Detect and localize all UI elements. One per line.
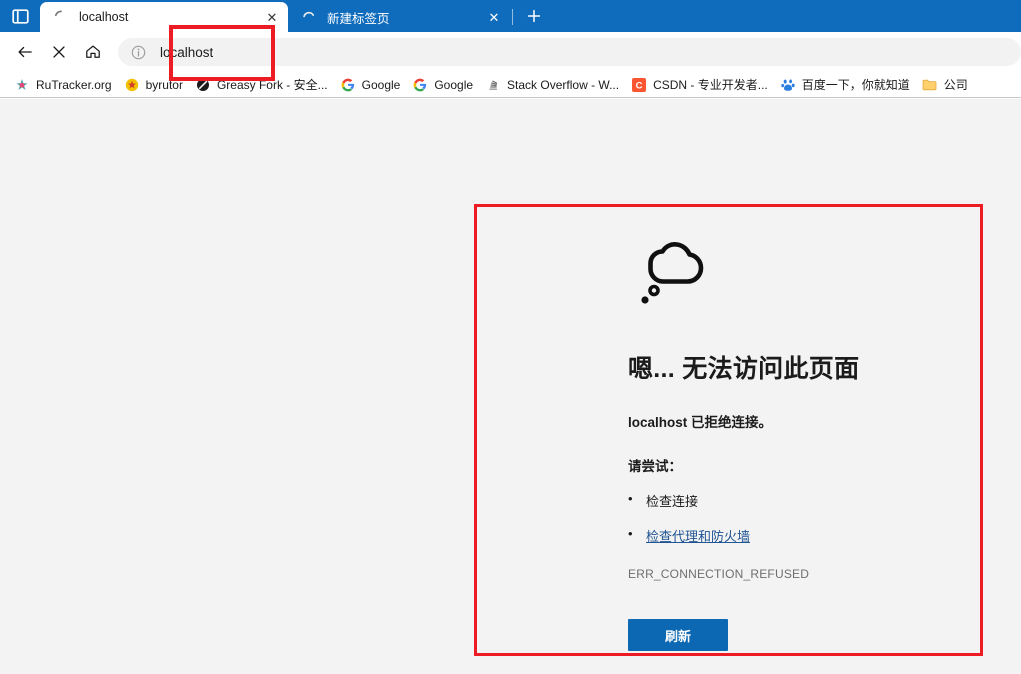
byrutor-icon <box>124 77 140 93</box>
error-page: 嗯... 无法访问此页面 localhost 已拒绝连接。 请尝试： • 检查连… <box>628 229 988 652</box>
bookmark-baidu[interactable]: 百度一下，你就知道 <box>774 74 916 96</box>
check-proxy-firewall-link[interactable]: 检查代理和防火墙 <box>646 526 750 545</box>
csdn-icon: C <box>631 77 647 93</box>
address-bar[interactable]: localhost <box>118 38 1021 66</box>
bookmark-label: Google <box>434 77 474 92</box>
loading-spinner-icon <box>300 8 318 26</box>
google-icon <box>340 77 356 93</box>
bookmark-label: Stack Overflow - W... <box>507 77 620 92</box>
bookmark-folder-company[interactable]: 公司 <box>916 74 974 96</box>
back-arrow-icon[interactable] <box>8 37 42 67</box>
google-icon <box>412 77 428 93</box>
bookmark-label: Greasy Fork - 安全... <box>216 78 328 92</box>
bullet-icon: • <box>628 526 633 542</box>
bookmark-label: byrutor <box>145 77 183 92</box>
tab-title: 新建标签页 <box>327 11 390 26</box>
loading-spinner-icon <box>52 8 70 26</box>
bookmark-google-1[interactable]: Google <box>334 74 407 96</box>
bookmark-greasyfork[interactable]: Greasy Fork - 安全... <box>189 74 334 96</box>
close-icon[interactable]: ✕ <box>484 7 504 27</box>
folder-icon <box>922 77 938 93</box>
bookmark-label: 公司 <box>943 78 968 92</box>
close-icon[interactable]: ✕ <box>262 7 282 27</box>
greasyfork-icon <box>195 77 211 93</box>
bookmark-label: CSDN - 专业开发者... <box>653 78 768 92</box>
bookmark-csdn[interactable]: C CSDN - 专业开发者... <box>625 74 774 96</box>
info-circle-icon[interactable] <box>128 42 148 62</box>
svg-text:C: C <box>636 80 643 91</box>
tab-divider <box>512 9 513 25</box>
bookmark-byrutor[interactable]: byrutor <box>118 74 189 96</box>
bookmark-label: 百度一下，你就知道 <box>801 78 910 92</box>
bookmark-stackoverflow[interactable]: Stack Overflow - W... <box>479 74 625 96</box>
navigation-toolbar: localhost <box>0 32 1021 72</box>
bookmark-rutracker[interactable]: RuTracker.org <box>8 74 118 96</box>
bookmark-google-2[interactable]: Google <box>406 74 479 96</box>
browser-window: localhost ✕ 新建标签页 ✕ localhost RuTracker.… <box>0 0 1021 674</box>
thought-bubble-icon <box>628 229 988 318</box>
rutracker-icon <box>14 77 30 93</box>
baidu-icon <box>780 77 796 93</box>
error-heading: 嗯... 无法访问此页面 <box>628 355 860 383</box>
tab-title: localhost <box>79 10 129 24</box>
bookmark-label: Google <box>361 77 401 92</box>
list-item: • 检查连接 <box>628 491 988 510</box>
bookmark-label: RuTracker.org <box>36 77 112 92</box>
error-subtitle: localhost 已拒绝连接。 <box>628 415 773 431</box>
address-input[interactable]: localhost <box>160 45 213 60</box>
home-icon[interactable] <box>76 37 110 67</box>
suggestion-text: 检查连接 <box>646 494 699 510</box>
bullet-icon: • <box>628 491 633 507</box>
error-code: ERR_CONNECTION_REFUSED <box>628 567 810 582</box>
new-tab-button[interactable] <box>519 1 549 31</box>
page-viewport: 嗯... 无法访问此页面 localhost 已拒绝连接。 请尝试： • 检查连… <box>0 99 1021 674</box>
tab-strip: localhost ✕ 新建标签页 ✕ <box>0 0 1021 32</box>
tab-new-tab-page[interactable]: 新建标签页 ✕ <box>288 2 510 32</box>
suggestion-list: • 检查连接 • 检查代理和防火墙 <box>628 491 988 545</box>
stop-icon[interactable] <box>42 37 76 67</box>
list-item[interactable]: • 检查代理和防火墙 <box>628 526 988 545</box>
stackoverflow-icon <box>485 77 501 93</box>
refresh-button[interactable]: 刷新 <box>628 619 728 652</box>
tab-localhost[interactable]: localhost ✕ <box>40 2 288 32</box>
try-suggestions-title: 请尝试： <box>628 459 682 475</box>
vertical-tabs-icon[interactable] <box>0 0 40 32</box>
bookmarks-bar: RuTracker.org byrutor Greasy Fork - 安全..… <box>0 72 1021 98</box>
